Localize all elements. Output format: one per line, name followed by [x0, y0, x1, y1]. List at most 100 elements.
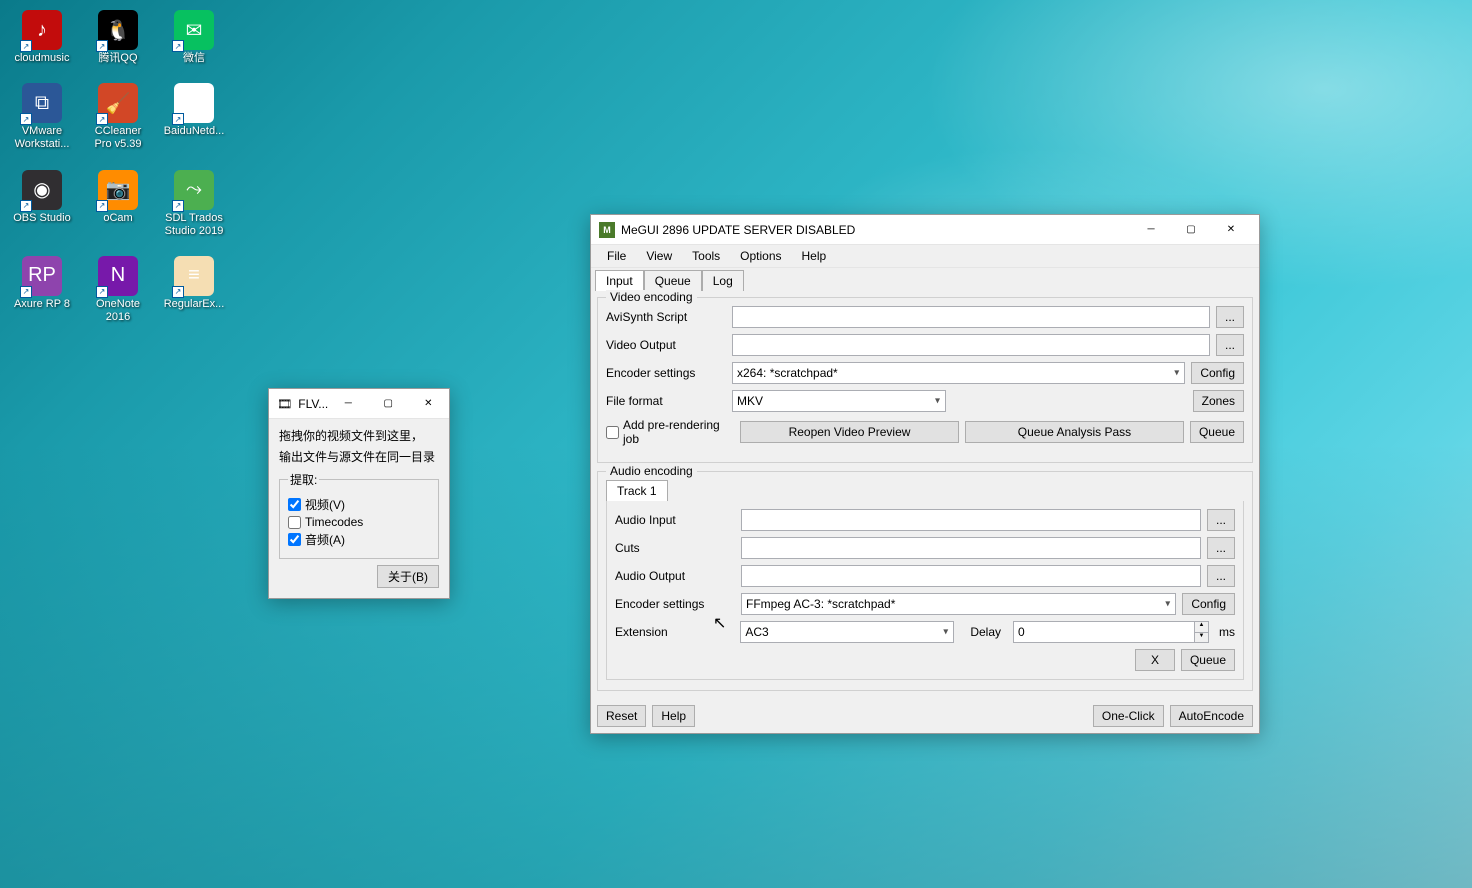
- tab-input[interactable]: Input: [595, 270, 644, 291]
- delay-up-button[interactable]: ▲: [1194, 622, 1208, 632]
- app-icon: 🐧↗: [98, 10, 138, 50]
- flv-extract-fieldset: 提取: 视频(V) Timecodes 音频(A): [279, 471, 439, 559]
- ms-label: ms: [1219, 625, 1235, 639]
- app-icon: ☁↗: [174, 83, 214, 123]
- audio-config-button[interactable]: Config: [1182, 593, 1235, 615]
- desktop-icon-onenote[interactable]: N↗OneNote 2016: [84, 254, 152, 326]
- shortcut-arrow-icon: ↗: [96, 40, 108, 52]
- shortcut-arrow-icon: ↗: [96, 200, 108, 212]
- prerender-checkbox[interactable]: [606, 426, 619, 439]
- desktop-icon-[interactable]: ✉↗微信: [160, 8, 228, 67]
- desktop-icon-regularex[interactable]: ≡↗RegularEx...: [160, 254, 228, 326]
- desktop-icon-vmware[interactable]: ⧉↗VMware Workstati...: [8, 81, 76, 153]
- flv-titlebar[interactable]: 🎞 FLV... ─ ▢ ✕: [269, 389, 449, 419]
- desktop-icon-sdltrados[interactable]: ⤳↗SDL Trados Studio 2019: [160, 168, 228, 240]
- desktop-icon-label: OBS Studio: [13, 212, 70, 225]
- tab-log[interactable]: Log: [702, 270, 744, 291]
- help-button[interactable]: Help: [652, 705, 695, 727]
- menu-options[interactable]: Options: [730, 247, 791, 265]
- desktop-icon-ocam[interactable]: 📷↗oCam: [84, 168, 152, 240]
- flv-audio-checkbox[interactable]: [288, 533, 301, 546]
- flv-title: FLV...: [298, 397, 328, 411]
- avisynth-label: AviSynth Script: [606, 310, 726, 324]
- audio-output-browse-button[interactable]: ...: [1207, 565, 1235, 587]
- video-output-browse-button[interactable]: ...: [1216, 334, 1244, 356]
- desktop-icon-ccleaner[interactable]: 🧹↗CCleaner Pro v5.39: [84, 81, 152, 153]
- flv-timecodes-checkbox-row[interactable]: Timecodes: [288, 515, 430, 529]
- delay-label: Delay: [970, 625, 1001, 639]
- video-output-input[interactable]: [732, 334, 1210, 356]
- megui-tabs: Input Queue Log: [591, 268, 1259, 291]
- megui-window: M MeGUI 2896 UPDATE SERVER DISABLED ─ ▢ …: [590, 214, 1260, 734]
- shortcut-arrow-icon: ↗: [20, 113, 32, 125]
- file-format-label: File format: [606, 394, 726, 408]
- menu-view[interactable]: View: [636, 247, 682, 265]
- flv-close-button[interactable]: ✕: [408, 390, 448, 418]
- flv-app-icon: 🎞: [277, 396, 292, 412]
- app-icon: RP↗: [22, 256, 62, 296]
- file-format-select[interactable]: [732, 390, 946, 412]
- desktop-icon-obsstudio[interactable]: ◉↗OBS Studio: [8, 168, 76, 240]
- audio-x-button[interactable]: X: [1135, 649, 1175, 671]
- flv-maximize-button[interactable]: ▢: [368, 390, 408, 418]
- desktop-icon-label: VMware Workstati...: [15, 125, 70, 151]
- video-encoder-select[interactable]: [732, 362, 1185, 384]
- megui-minimize-button[interactable]: ─: [1131, 216, 1171, 244]
- flv-video-checkbox-row[interactable]: 视频(V): [288, 496, 430, 513]
- desktop-icon-cloudmusic[interactable]: ♪↗cloudmusic: [8, 8, 76, 67]
- video-queue-button[interactable]: Queue: [1190, 421, 1244, 443]
- app-icon: 🧹↗: [98, 83, 138, 123]
- avisynth-input[interactable]: [732, 306, 1210, 328]
- flv-audio-checkbox-row[interactable]: 音频(A): [288, 531, 430, 548]
- queue-analysis-button[interactable]: Queue Analysis Pass: [965, 421, 1184, 443]
- reset-button[interactable]: Reset: [597, 705, 646, 727]
- flv-about-button[interactable]: 关于(B): [377, 565, 439, 588]
- audio-output-input[interactable]: [741, 565, 1201, 587]
- avisynth-browse-button[interactable]: ...: [1216, 306, 1244, 328]
- reopen-preview-button[interactable]: Reopen Video Preview: [740, 421, 959, 443]
- autoencode-button[interactable]: AutoEncode: [1170, 705, 1253, 727]
- app-icon: ⧉↗: [22, 83, 62, 123]
- delay-input[interactable]: [1014, 622, 1194, 642]
- desktop-icon-label: SDL Trados Studio 2019: [165, 212, 224, 238]
- menu-help[interactable]: Help: [792, 247, 837, 265]
- zones-button[interactable]: Zones: [1193, 390, 1244, 412]
- oneclick-button[interactable]: One-Click: [1093, 705, 1164, 727]
- megui-menubar: File View Tools Options Help: [591, 245, 1259, 268]
- flv-video-label: 视频(V): [305, 496, 345, 513]
- prerender-checkbox-row[interactable]: Add pre-rendering job: [606, 418, 734, 446]
- audio-track1-tab[interactable]: Track 1: [606, 480, 668, 501]
- audio-encoding-title: Audio encoding: [606, 464, 697, 478]
- audio-input-browse-button[interactable]: ...: [1207, 509, 1235, 531]
- desktop-icons-area: ♪↗cloudmusic🐧↗腾讯QQ✉↗微信 ⧉↗VMware Workstati…: [8, 8, 228, 340]
- megui-app-icon: M: [599, 222, 615, 238]
- megui-titlebar[interactable]: M MeGUI 2896 UPDATE SERVER DISABLED ─ ▢ …: [591, 215, 1259, 245]
- megui-close-button[interactable]: ✕: [1211, 216, 1251, 244]
- video-encoding-title: Video encoding: [606, 290, 697, 304]
- app-icon: ≡↗: [174, 256, 214, 296]
- desktop-icon-qq[interactable]: 🐧↗腾讯QQ: [84, 8, 152, 67]
- flv-timecodes-checkbox[interactable]: [288, 516, 301, 529]
- desktop-icon-axurerp8[interactable]: RP↗Axure RP 8: [8, 254, 76, 326]
- delay-spinner[interactable]: ▲ ▼: [1013, 621, 1209, 643]
- audio-encoder-select[interactable]: [741, 593, 1176, 615]
- shortcut-arrow-icon: ↗: [172, 40, 184, 52]
- audio-queue-button[interactable]: Queue: [1181, 649, 1235, 671]
- tab-queue[interactable]: Queue: [644, 270, 702, 291]
- desktop-icon-baidunetd[interactable]: ☁↗BaiduNetd...: [160, 81, 228, 153]
- flv-minimize-button[interactable]: ─: [328, 390, 368, 418]
- video-config-button[interactable]: Config: [1191, 362, 1244, 384]
- desktop-icon-label: CCleaner Pro v5.39: [94, 125, 141, 151]
- extension-select[interactable]: [740, 621, 954, 643]
- cuts-label: Cuts: [615, 541, 735, 555]
- flv-instruction-line1: 拖拽你的视频文件到这里，: [279, 427, 439, 444]
- cuts-input[interactable]: [741, 537, 1201, 559]
- megui-maximize-button[interactable]: ▢: [1171, 216, 1211, 244]
- audio-input-field[interactable]: [741, 509, 1201, 531]
- flv-video-checkbox[interactable]: [288, 498, 301, 511]
- menu-file[interactable]: File: [597, 247, 636, 265]
- shortcut-arrow-icon: ↗: [20, 40, 32, 52]
- menu-tools[interactable]: Tools: [682, 247, 730, 265]
- delay-down-button[interactable]: ▼: [1194, 632, 1208, 642]
- cuts-browse-button[interactable]: ...: [1207, 537, 1235, 559]
